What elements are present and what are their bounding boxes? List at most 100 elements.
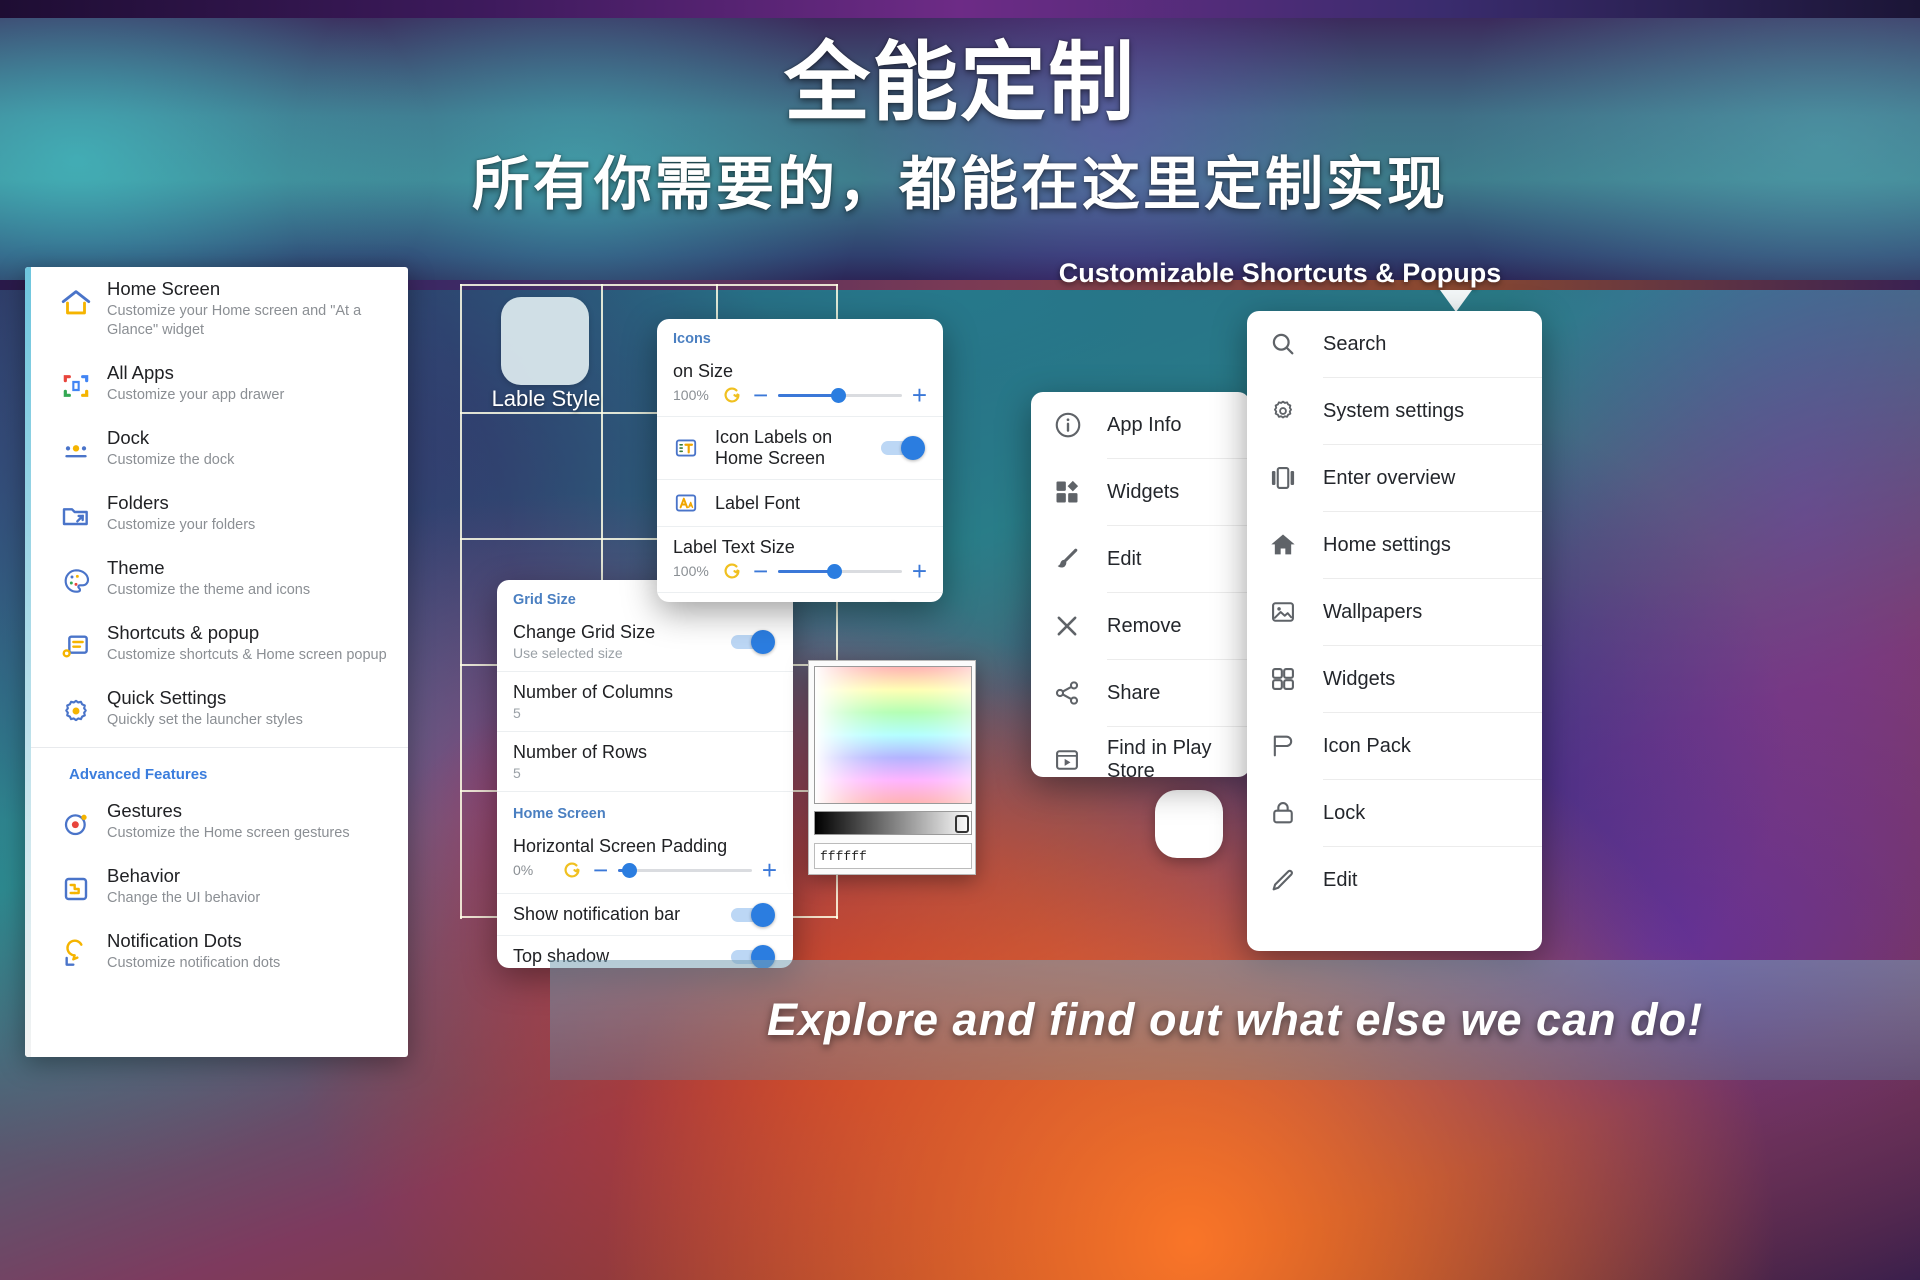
icon-size-slider[interactable]: 100% − + [673, 382, 927, 412]
number-of-columns-row[interactable]: Number of Columns 5 [497, 671, 793, 731]
sidebar-item-home-screen[interactable]: Home Screen Customize your Home screen a… [25, 267, 408, 351]
sidebar-item-desc: Customize your Home screen and "At a Gla… [107, 303, 362, 338]
icons-card: Icons on Size 100% − + Icon Labels on Ho… [657, 319, 943, 602]
sidebar-item-behavior[interactable]: Behavior Change the UI behavior [25, 854, 408, 919]
menu-item-find-in-play-store[interactable]: Find in Play Store [1031, 727, 1250, 777]
horizontal-padding-slider[interactable]: 0% − + [513, 857, 777, 887]
menu-item-system-settings[interactable]: System settings [1247, 378, 1542, 444]
info-icon [1053, 410, 1107, 440]
number-of-rows-row[interactable]: Number of Rows 5 [497, 731, 793, 791]
menu-item-label: Enter overview [1323, 466, 1456, 489]
menu-item-icon-pack[interactable]: Icon Pack [1247, 713, 1542, 779]
icon-labels-home-row[interactable]: Icon Labels on Home Screen [657, 416, 943, 479]
close-icon [1053, 612, 1107, 640]
menu-item-edit[interactable]: Edit [1247, 847, 1542, 913]
sidebar-item-title: Notification Dots [107, 930, 242, 951]
folders-icon [47, 492, 105, 532]
home-context-popup: Search System settings Enter overview Ho… [1247, 311, 1542, 951]
page-subtitle: 所有你需要的，都能在这里定制实现 [471, 152, 1448, 217]
menu-item-label: Search [1323, 332, 1387, 355]
promo-header: 全能定制 所有你需要的，都能在这里定制实现 [0, 0, 1920, 290]
decrease-button[interactable]: − [753, 382, 768, 408]
sidebar-item-notification-dots[interactable]: Notification Dots Customize notification… [25, 919, 408, 984]
reset-icon[interactable] [561, 859, 583, 881]
menu-item-enter-overview[interactable]: Enter overview [1247, 445, 1542, 511]
sidebar-item-title: Theme [107, 557, 165, 578]
shortcuts-heading: Customizable Shortcuts & Popups [1058, 258, 1502, 288]
horizontal-padding-track[interactable] [618, 862, 752, 878]
sidebar-item-folders[interactable]: Folders Customize your folders [25, 481, 408, 546]
color-picker-saturation-value-field[interactable] [814, 666, 972, 804]
number-of-rows-value: 5 [513, 765, 521, 781]
notification-dots-icon [47, 930, 105, 970]
increase-button[interactable]: + [762, 857, 777, 883]
menu-item-remove[interactable]: Remove [1031, 593, 1250, 659]
icon-size-track[interactable] [778, 387, 902, 403]
sidebar-item-quick-settings[interactable]: Quick Settings Quickly set the launcher … [25, 676, 408, 741]
home-app-tile-label: Lable Style [491, 386, 601, 411]
shortcuts-icon [47, 622, 105, 662]
lock-icon [1269, 799, 1323, 827]
home-app-tile[interactable] [501, 297, 589, 385]
label-font-label: Label Font [715, 492, 801, 513]
label-text-size-value: 100% [673, 563, 709, 579]
menu-item-label: Icon Pack [1323, 734, 1411, 757]
sidebar-item-shortcuts-popup[interactable]: Shortcuts & popup Customize shortcuts & … [25, 611, 408, 676]
menu-item-widgets[interactable]: Widgets [1031, 459, 1250, 525]
menu-item-label: Widgets [1323, 667, 1396, 690]
icon-labels-home-toggle[interactable] [881, 436, 927, 460]
icons-card-pointer [657, 369, 658, 397]
menu-item-home-settings[interactable]: Home settings [1247, 512, 1542, 578]
sidebar-item-dock[interactable]: Dock Customize the dock [25, 416, 408, 481]
reset-icon[interactable] [721, 384, 743, 406]
horizontal-padding-row[interactable]: Horizontal Screen Padding 0% − + [497, 826, 793, 893]
menu-item-label: Edit [1323, 868, 1358, 891]
menu-item-wallpapers[interactable]: Wallpapers [1247, 579, 1542, 645]
color-picker-brightness-knob[interactable] [955, 815, 969, 833]
two-line-label-row[interactable]: Two line label [657, 592, 943, 602]
home-settings-icon [1269, 531, 1323, 559]
horizontal-padding-label: Horizontal Screen Padding [513, 836, 728, 856]
app-icon-preview[interactable] [1155, 790, 1223, 858]
color-picker-brightness-slider[interactable] [814, 811, 972, 835]
sidebar-item-desc: Change the UI behavior [107, 890, 261, 906]
sidebar-item-theme[interactable]: Theme Customize the theme and icons [25, 546, 408, 611]
increase-button[interactable]: + [912, 382, 927, 408]
show-notification-bar-row[interactable]: Show notification bar [497, 893, 793, 935]
change-grid-size-row[interactable]: Change Grid Size Use selected size [497, 612, 793, 671]
reset-icon[interactable] [721, 560, 743, 582]
menu-item-label: Share [1107, 681, 1161, 704]
change-grid-size-label: Change Grid Size [513, 622, 656, 642]
sidebar-item-desc: Customize your folders [107, 517, 256, 533]
sidebar-item-title: Home Screen [107, 278, 221, 299]
gestures-icon [47, 800, 105, 840]
show-notification-bar-toggle[interactable] [731, 902, 777, 927]
menu-item-widgets[interactable]: Widgets [1247, 646, 1542, 712]
menu-item-share[interactable]: Share [1031, 660, 1250, 726]
label-text-size-track[interactable] [778, 563, 902, 579]
menu-item-edit[interactable]: Edit [1031, 526, 1250, 592]
playstore-icon [1053, 746, 1107, 774]
home-icon [47, 278, 105, 320]
sidebar-item-all-apps[interactable]: All Apps Customize your app drawer [25, 351, 408, 416]
decrease-button[interactable]: − [753, 558, 768, 584]
menu-item-label: Lock [1323, 801, 1366, 824]
menu-item-label: App Info [1107, 413, 1182, 436]
decrease-button[interactable]: − [593, 857, 608, 883]
menu-item-lock[interactable]: Lock [1247, 780, 1542, 846]
widgets-grid-icon [1269, 665, 1323, 693]
label-text-size-row[interactable]: Label Text Size 100% − + [657, 526, 943, 592]
change-grid-size-toggle[interactable] [731, 629, 777, 654]
color-picker[interactable]: ffffff [808, 660, 976, 875]
icon-size-row[interactable]: on Size 100% − + [657, 351, 943, 416]
menu-item-app-info[interactable]: App Info [1031, 392, 1250, 458]
sidebar-item-gestures[interactable]: Gestures Customize the Home screen gestu… [25, 789, 408, 854]
menu-item-search[interactable]: Search [1247, 311, 1542, 377]
horizontal-padding-value: 0% [513, 862, 534, 878]
sidebar-item-title: Shortcuts & popup [107, 622, 260, 643]
label-font-row[interactable]: Label Font [657, 479, 943, 526]
label-text-size-slider[interactable]: 100% − + [673, 558, 927, 588]
color-picker-hex-input[interactable]: ffffff [814, 843, 972, 869]
change-grid-size-desc: Use selected size [513, 645, 623, 661]
increase-button[interactable]: + [912, 558, 927, 584]
